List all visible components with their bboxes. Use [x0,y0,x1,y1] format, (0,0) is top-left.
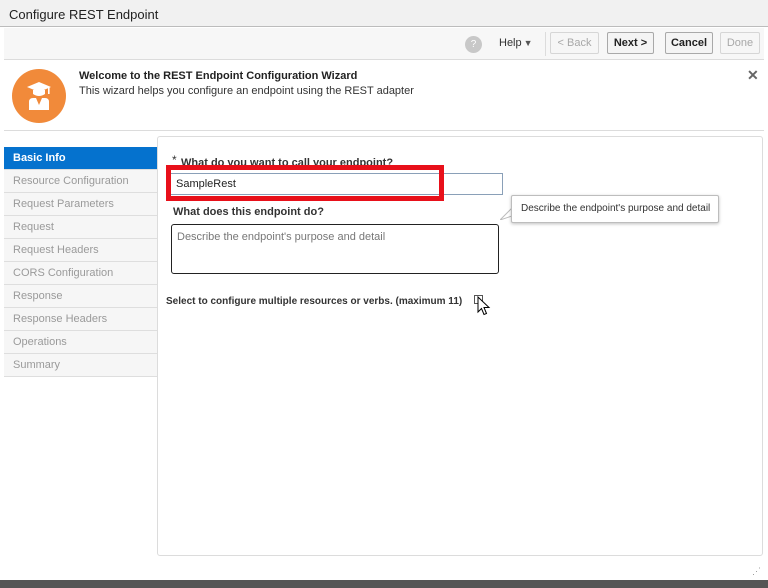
done-button[interactable]: Done [720,32,760,54]
step-cors-configuration[interactable]: CORS Configuration [4,262,157,285]
window-bottom-edge [0,580,768,588]
help-circle-icon[interactable]: ? [465,36,482,53]
chevron-down-icon: ▼ [523,38,533,48]
step-basic-info[interactable]: Basic Info [4,147,157,170]
welcome-banner: Welcome to the REST Endpoint Configurati… [4,61,764,131]
wizard-logo [12,69,66,123]
graduate-icon [27,82,51,110]
resize-grip-icon[interactable]: ⋰ [752,566,761,577]
wizard-steps: Basic Info Resource Configuration Reques… [4,147,157,377]
close-icon[interactable]: ✕ [747,67,759,84]
cancel-button[interactable]: Cancel [665,32,713,54]
endpoint-description-textarea[interactable]: Describe the endpoint's purpose and deta… [171,224,499,274]
endpoint-description-label: What does this endpoint do? [173,206,324,218]
wizard-toolbar: ? Help ▼ < Back Next > Cancel Done [4,28,764,60]
step-resource-configuration[interactable]: Resource Configuration [4,170,157,193]
step-response-headers[interactable]: Response Headers [4,308,157,331]
highlight-box [166,165,444,201]
next-button[interactable]: Next > [607,32,654,54]
description-tooltip: Describe the endpoint's purpose and deta… [511,195,719,223]
step-response[interactable]: Response [4,285,157,308]
banner-title: Welcome to the REST Endpoint Configurati… [79,70,358,82]
step-request-headers[interactable]: Request Headers [4,239,157,262]
help-menu[interactable]: Help ▼ [499,37,533,49]
window-title: Configure REST Endpoint [9,7,159,22]
mouse-cursor-icon [477,296,491,316]
banner-subtitle: This wizard helps you configure an endpo… [79,85,414,97]
help-label: Help [499,37,522,49]
step-summary[interactable]: Summary [4,354,157,377]
step-operations[interactable]: Operations [4,331,157,354]
step-request[interactable]: Request [4,216,157,239]
back-button[interactable]: < Back [550,32,599,54]
step-request-parameters[interactable]: Request Parameters [4,193,157,216]
multiple-resources-label: Select to configure multiple resources o… [166,296,463,307]
toolbar-divider [545,32,546,56]
window-titlebar: Configure REST Endpoint [0,0,768,27]
